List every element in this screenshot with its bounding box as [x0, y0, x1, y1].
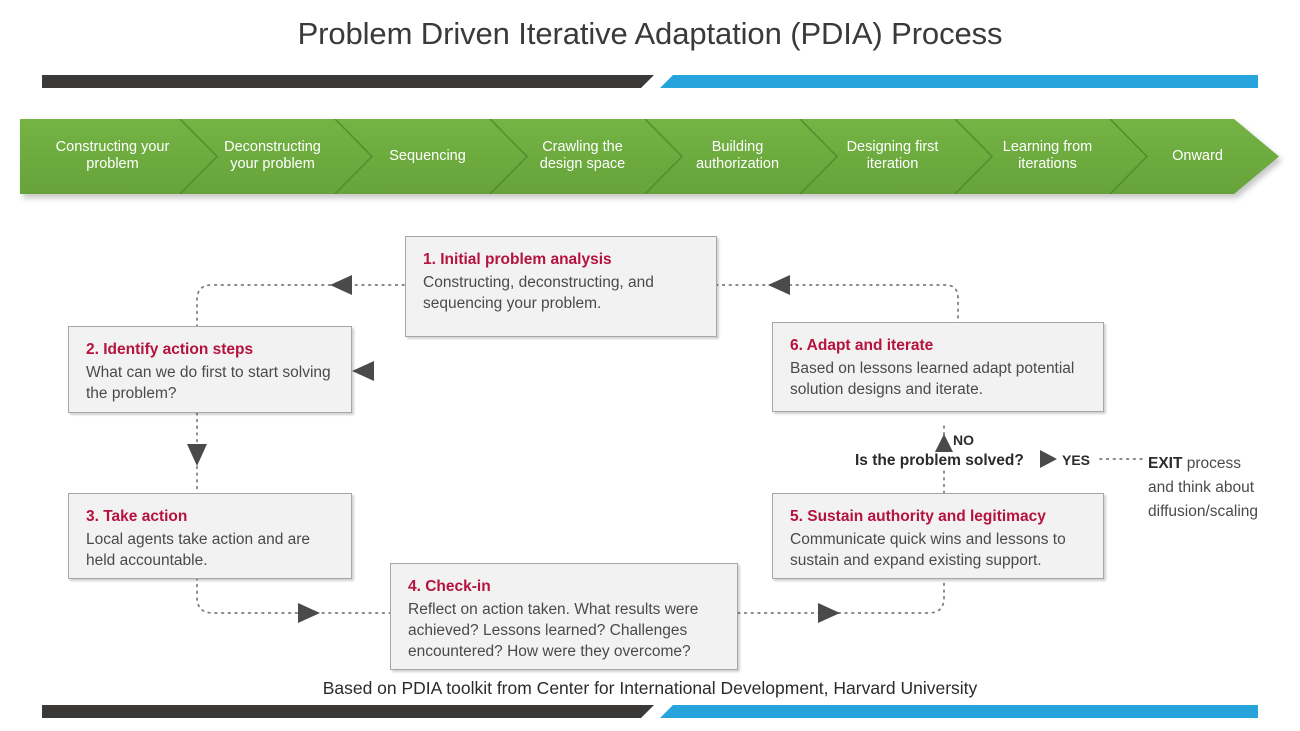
- arrowhead-into-step2: [352, 361, 374, 381]
- exit-line-2: and think about: [1148, 479, 1255, 496]
- bottom-divider-bar: [42, 705, 1258, 718]
- arrowhead-no: [935, 434, 953, 452]
- footer-attribution: Based on PDIA toolkit from Center for In…: [322, 678, 978, 698]
- divider-dark-segment: [42, 75, 654, 88]
- slide-canvas: Problem Driven Iterative Adaptation (PDI…: [0, 0, 1300, 731]
- step-3-heading: 3. Take action: [86, 508, 188, 525]
- page-title: Problem Driven Iterative Adaptation (PDI…: [297, 16, 1003, 51]
- process-box-step-6[interactable]: 6. Adapt and iterate Based on lessons le…: [772, 322, 1104, 412]
- arrowhead-into-step3: [187, 444, 207, 466]
- connector-6-to-1: [715, 284, 959, 327]
- step-4-heading: 4. Check-in: [408, 578, 491, 595]
- arrowhead-into-step5: [818, 603, 840, 623]
- process-box-step-3[interactable]: 3. Take action Local agents take action …: [68, 493, 352, 579]
- step-6-heading: 6. Adapt and iterate: [790, 337, 934, 354]
- divider-blue-segment-bottom: [660, 705, 1258, 718]
- divider-blue-segment: [660, 75, 1258, 88]
- process-chevron-band: Constructing your problem Deconstructing…: [20, 119, 1279, 194]
- arrowhead-into-step1: [768, 275, 790, 295]
- decision-no-label: NO: [953, 432, 974, 448]
- step-4-body: Reflect on action taken. What results we…: [408, 601, 699, 660]
- top-divider-bar: [42, 75, 1258, 88]
- exit-line-1-rest: process: [1182, 455, 1242, 472]
- divider-dark-segment-bottom: [42, 705, 654, 718]
- arrowhead-to-step2-top: [330, 275, 352, 295]
- connector-4-to-5: [737, 582, 945, 614]
- step-5-body: Communicate quick wins and lessons to su…: [790, 531, 1066, 569]
- exit-keyword: EXIT: [1148, 455, 1183, 472]
- exit-line-3: diffusion/scaling: [1148, 503, 1259, 520]
- connector-1-to-2: [196, 284, 405, 327]
- chevron-shapes: [20, 119, 1279, 194]
- step-2-body: What can we do first to start solving th…: [86, 364, 331, 402]
- step-1-heading: 1. Initial problem analysis: [423, 251, 612, 268]
- step-3-body: Local agents take action and are held ac…: [86, 531, 311, 569]
- step-1-body: Constructing, deconstructing, and sequen…: [423, 274, 654, 312]
- process-box-step-5[interactable]: 5. Sustain authority and legitimacy Comm…: [772, 493, 1104, 579]
- connector-3-to-4: [196, 577, 405, 614]
- arrowhead-into-step4: [298, 603, 320, 623]
- arrowhead-yes: [1040, 450, 1057, 468]
- decision-yes-label: YES: [1062, 452, 1091, 468]
- decision-question: Is the problem solved?: [855, 452, 1024, 469]
- exit-note: EXIT process and think about diffusion/s…: [1148, 452, 1258, 524]
- process-box-step-1[interactable]: 1. Initial problem analysis Constructing…: [405, 236, 717, 337]
- process-box-step-4[interactable]: 4. Check-in Reflect on action taken. Wha…: [390, 563, 738, 670]
- step-2-heading: 2. Identify action steps: [86, 341, 254, 358]
- process-box-step-2[interactable]: 2. Identify action steps What can we do …: [68, 326, 352, 413]
- step-6-body: Based on lessons learned adapt potential…: [790, 360, 1075, 398]
- step-5-heading: 5. Sustain authority and legitimacy: [790, 508, 1046, 525]
